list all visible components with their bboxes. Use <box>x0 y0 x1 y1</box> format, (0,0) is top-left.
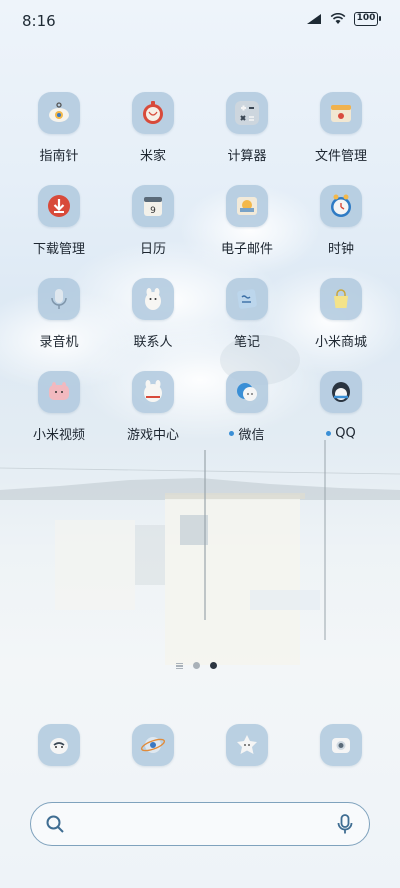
messages-icon <box>226 724 268 766</box>
app-label: QQ <box>335 425 356 441</box>
dock-phone[interactable] <box>12 724 106 766</box>
game-center-icon <box>132 371 174 413</box>
recorder-icon <box>38 278 80 320</box>
wifi-icon <box>330 13 346 24</box>
status-time: 8:16 <box>22 12 56 30</box>
app-email[interactable]: 电子邮件 <box>200 185 294 257</box>
phone-icon <box>38 724 80 766</box>
app-wechat[interactable]: 微信 <box>200 371 294 443</box>
app-mijia[interactable]: 米家 <box>106 92 200 164</box>
app-label: 电子邮件 <box>220 241 273 257</box>
dock <box>12 724 388 766</box>
app-label: 小米视频 <box>32 427 85 443</box>
app-label: 联系人 <box>133 334 173 350</box>
update-dot <box>326 430 332 436</box>
app-download-manager[interactable]: 下载管理 <box>12 185 106 257</box>
app-label: 指南针 <box>39 148 79 164</box>
qq-penguin-icon <box>320 371 362 413</box>
app-compass[interactable]: 指南针 <box>12 92 106 164</box>
home-app-grid: 指南针 米家 计算器 文件管理 下载管理 9 日历 电子邮件 时钟 录音机 联系… <box>12 92 388 443</box>
page-dot-2-active <box>210 662 217 669</box>
compass-icon <box>38 92 80 134</box>
app-label: 文件管理 <box>314 148 367 164</box>
download-icon <box>38 185 80 227</box>
calendar-day: 9 <box>150 206 156 216</box>
search-input[interactable] <box>75 811 315 837</box>
browser-icon <box>132 724 174 766</box>
notes-icon <box>226 278 268 320</box>
search-bar[interactable] <box>30 802 370 846</box>
app-game-center[interactable]: 游戏中心 <box>106 371 200 443</box>
page-list-icon <box>176 662 183 669</box>
app-label: 米家 <box>139 148 166 164</box>
calendar-icon: 9 <box>132 185 174 227</box>
clock-icon <box>320 185 362 227</box>
calculator-icon <box>226 92 268 134</box>
search-icon <box>46 815 64 833</box>
dock-messages[interactable] <box>200 724 294 766</box>
app-recorder[interactable]: 录音机 <box>12 278 106 350</box>
app-label: 笔记 <box>233 334 260 350</box>
shop-bag-icon <box>320 278 362 320</box>
app-label: 计算器 <box>227 148 267 164</box>
app-mi-store[interactable]: 小米商城 <box>294 278 388 350</box>
app-contacts[interactable]: 联系人 <box>106 278 200 350</box>
app-mi-video[interactable]: 小米视频 <box>12 371 106 443</box>
status-bar: 8:16 100 <box>0 0 400 40</box>
mic-icon[interactable] <box>335 813 355 835</box>
app-calendar[interactable]: 9 日历 <box>106 185 200 257</box>
mijia-icon <box>132 92 174 134</box>
video-icon <box>38 371 80 413</box>
dock-camera[interactable] <box>294 724 388 766</box>
wechat-icon <box>226 371 268 413</box>
update-dot <box>229 430 235 436</box>
app-notes[interactable]: 笔记 <box>200 278 294 350</box>
app-label: 时钟 <box>327 241 354 257</box>
signal-icon <box>307 14 321 24</box>
email-icon <box>226 185 268 227</box>
battery-icon: 100 <box>354 12 381 26</box>
app-label: 小米商城 <box>314 334 367 350</box>
app-clock[interactable]: 时钟 <box>294 185 388 257</box>
dock-browser[interactable] <box>106 724 200 766</box>
app-label: 日历 <box>139 241 166 257</box>
app-calculator[interactable]: 计算器 <box>200 92 294 164</box>
app-file-manager[interactable]: 文件管理 <box>294 92 388 164</box>
app-label: 微信 <box>238 427 265 443</box>
app-qq[interactable]: QQ <box>294 371 388 443</box>
app-label: 下载管理 <box>32 241 85 257</box>
page-dot-1 <box>193 662 200 669</box>
app-label: 游戏中心 <box>126 427 179 443</box>
app-label: 录音机 <box>39 334 79 350</box>
contacts-icon <box>132 278 174 320</box>
folder-icon <box>320 92 362 134</box>
camera-icon <box>320 724 362 766</box>
page-indicator[interactable] <box>176 662 217 669</box>
